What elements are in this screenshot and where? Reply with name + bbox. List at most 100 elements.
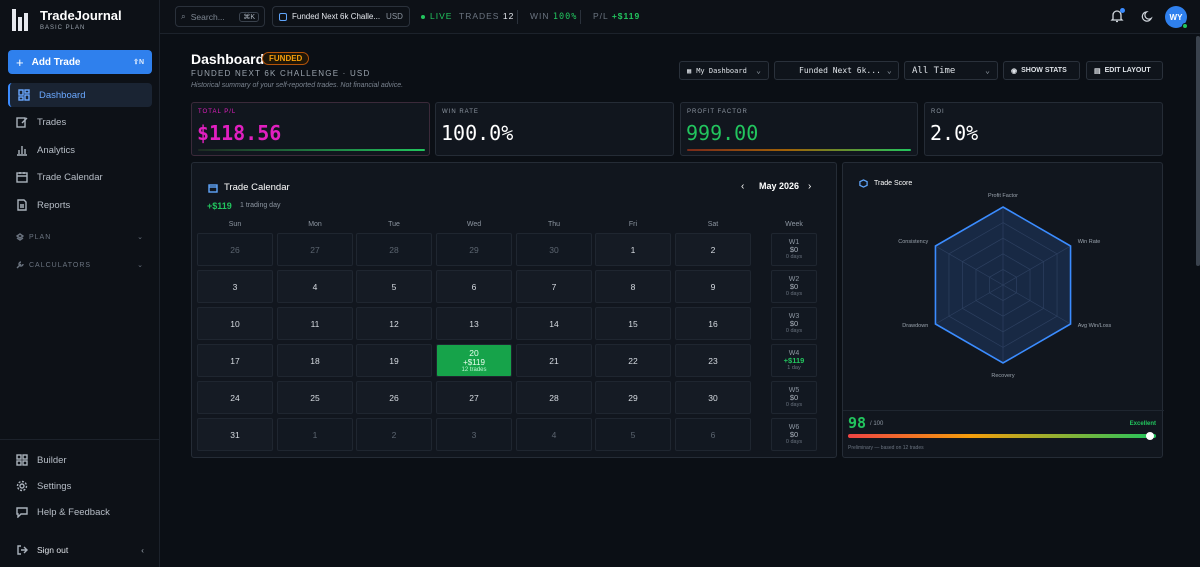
gear-icon — [16, 480, 28, 492]
radar-score-shape — [934, 206, 1072, 364]
calendar-day[interactable]: 5 — [356, 270, 432, 303]
calendar-day[interactable]: 1 — [277, 418, 353, 451]
stat-bar — [687, 149, 911, 151]
sidebar-item-label: Analytics — [37, 144, 76, 156]
sidebar-item-trade-calendar[interactable]: Trade Calendar — [8, 165, 152, 189]
calendar-day[interactable]: 23 — [675, 344, 751, 377]
avatar[interactable]: WY — [1165, 6, 1188, 29]
stat-value: 999.00 — [686, 121, 759, 145]
account-name: Funded Next 6k Challe... — [292, 12, 381, 21]
day-number: 10 — [230, 318, 240, 329]
calendar-day[interactable]: 28 — [516, 381, 592, 414]
sidebar-item-dashboard[interactable]: Dashboard — [8, 83, 152, 107]
day-number: 13 — [469, 318, 479, 329]
week-day-count: 0 days — [785, 402, 803, 409]
calendar-day[interactable]: 13 — [436, 307, 512, 340]
day-number: 14 — [549, 318, 559, 329]
stat-value: 2.0% — [930, 121, 979, 145]
calendar-day[interactable]: 6 — [436, 270, 512, 303]
sidebar-section-calculators[interactable]: CALCULATORS ⌄ — [16, 261, 144, 269]
calendar-day[interactable]: 4 — [516, 418, 592, 451]
stat-card-profit-factor: PROFIT FACTOR 999.00 — [680, 102, 918, 156]
calendar-day[interactable]: 10 — [197, 307, 273, 340]
brand[interactable]: TradeJournal BASIC PLAN — [12, 8, 122, 31]
add-trade-shortcut: ⇧N — [133, 59, 144, 66]
add-trade-button[interactable]: + Add Trade ⇧N — [8, 50, 152, 74]
calendar-day[interactable]: 18 — [277, 344, 353, 377]
sidebar-item-builder[interactable]: Builder — [8, 448, 152, 472]
calendar-day[interactable]: 7 — [516, 270, 592, 303]
sign-out-button[interactable]: Sign out ‹ — [8, 538, 152, 562]
calendar-day[interactable]: 25 — [277, 381, 353, 414]
edit-layout-button[interactable]: ▤ EDIT LAYOUT — [1086, 61, 1163, 80]
calendar-day[interactable]: 22 — [595, 344, 671, 377]
calendar-day[interactable]: 26 — [197, 233, 273, 266]
week-amount: $0 — [789, 245, 799, 255]
day-number: 27 — [469, 392, 479, 403]
score-progress-bar — [848, 434, 1156, 438]
calendar-day[interactable]: 6 — [675, 418, 751, 451]
radar-axis-label: Recovery — [991, 373, 1015, 379]
calendar-day[interactable]: 27 — [277, 233, 353, 266]
calendar-day[interactable]: 29 — [595, 381, 671, 414]
prev-month-button[interactable]: ‹ — [741, 181, 744, 192]
calendar-day[interactable]: 2 — [356, 418, 432, 451]
calendar-day[interactable]: 30 — [516, 233, 592, 266]
next-month-button[interactable]: › — [808, 181, 811, 192]
sidebar-item-label: Trades — [37, 116, 67, 128]
dashboard-select[interactable]: ▦ My Dashboard ⌄ — [679, 61, 769, 80]
calendar-day[interactable]: 17 — [197, 344, 273, 377]
calendar-day[interactable]: 19 — [356, 344, 432, 377]
calendar-day[interactable]: 29 — [436, 233, 512, 266]
calendar-day[interactable]: 31 — [197, 418, 273, 451]
collapse-sidebar-icon[interactable]: ‹ — [141, 545, 144, 555]
period-select[interactable]: All Time ⌄ — [904, 61, 998, 80]
calendar-day[interactable]: 4 — [277, 270, 353, 303]
topbar: ⌕ Search... ⌘K Funded Next 6k Challe... … — [160, 0, 1200, 34]
sidebar-item-analytics[interactable]: Analytics — [8, 138, 152, 162]
calendar-day[interactable]: 14 — [516, 307, 592, 340]
day-number: 29 — [469, 244, 479, 255]
calendar-day[interactable]: 24 — [197, 381, 273, 414]
calendar-day[interactable]: 26 — [356, 381, 432, 414]
calendar-day[interactable]: 8 — [595, 270, 671, 303]
sidebar-item-trades[interactable]: Trades — [8, 110, 152, 134]
brand-plan: BASIC PLAN — [40, 25, 86, 31]
show-stats-button[interactable]: ◉ SHOW STATS — [1003, 61, 1080, 80]
calendar-day[interactable]: 15 — [595, 307, 671, 340]
day-number: 12 — [389, 318, 399, 329]
radar-axis-label: Avg Win/Loss — [1077, 323, 1112, 329]
account-select[interactable]: Funded Next 6k... ⌄ — [774, 61, 899, 80]
edit-layout-label: EDIT LAYOUT — [1104, 67, 1151, 74]
account-selector[interactable]: Funded Next 6k Challe... USD — [272, 6, 410, 27]
sidebar-item-reports[interactable]: Reports — [8, 193, 152, 217]
scrollbar[interactable] — [1196, 36, 1200, 266]
calendar-day[interactable]: 28 — [356, 233, 432, 266]
account-icon — [279, 12, 287, 21]
search-placeholder: Search... — [190, 11, 225, 22]
calendar-day[interactable]: 5 — [595, 418, 671, 451]
calendar-day[interactable]: 9 — [675, 270, 751, 303]
calendar-day[interactable]: 3 — [436, 418, 512, 451]
sidebar-section-plan[interactable]: PLAN ⌄ — [16, 233, 144, 241]
sidebar-item-help[interactable]: Help & Feedback — [8, 500, 152, 524]
calendar-day[interactable]: 30 — [675, 381, 751, 414]
calendar-day[interactable]: 12 — [356, 307, 432, 340]
calendar-day[interactable]: 27 — [436, 381, 512, 414]
sidebar-item-settings[interactable]: Settings — [8, 474, 152, 498]
calendar-day[interactable]: 1 — [595, 233, 671, 266]
calendar-day[interactable]: 2 — [675, 233, 751, 266]
calendar-day[interactable]: 3 — [197, 270, 273, 303]
search-input[interactable]: ⌕ Search... ⌘K — [175, 6, 265, 27]
calendar-day[interactable]: 21 — [516, 344, 592, 377]
search-icon: ⌕ — [181, 11, 186, 21]
calendar-day[interactable]: 11 — [277, 307, 353, 340]
notifications-bell-icon[interactable] — [1110, 8, 1125, 23]
theme-toggle-moon-icon[interactable] — [1141, 10, 1154, 23]
calendar-day[interactable]: 20 +$119 12 trades — [436, 344, 512, 377]
avatar-initials: WY — [1169, 12, 1183, 22]
stat-bar — [198, 149, 425, 151]
calendar-day[interactable]: 16 — [675, 307, 751, 340]
dashboard-select-value: My Dashboard — [696, 66, 747, 75]
week-day-count: 0 days — [785, 328, 803, 335]
